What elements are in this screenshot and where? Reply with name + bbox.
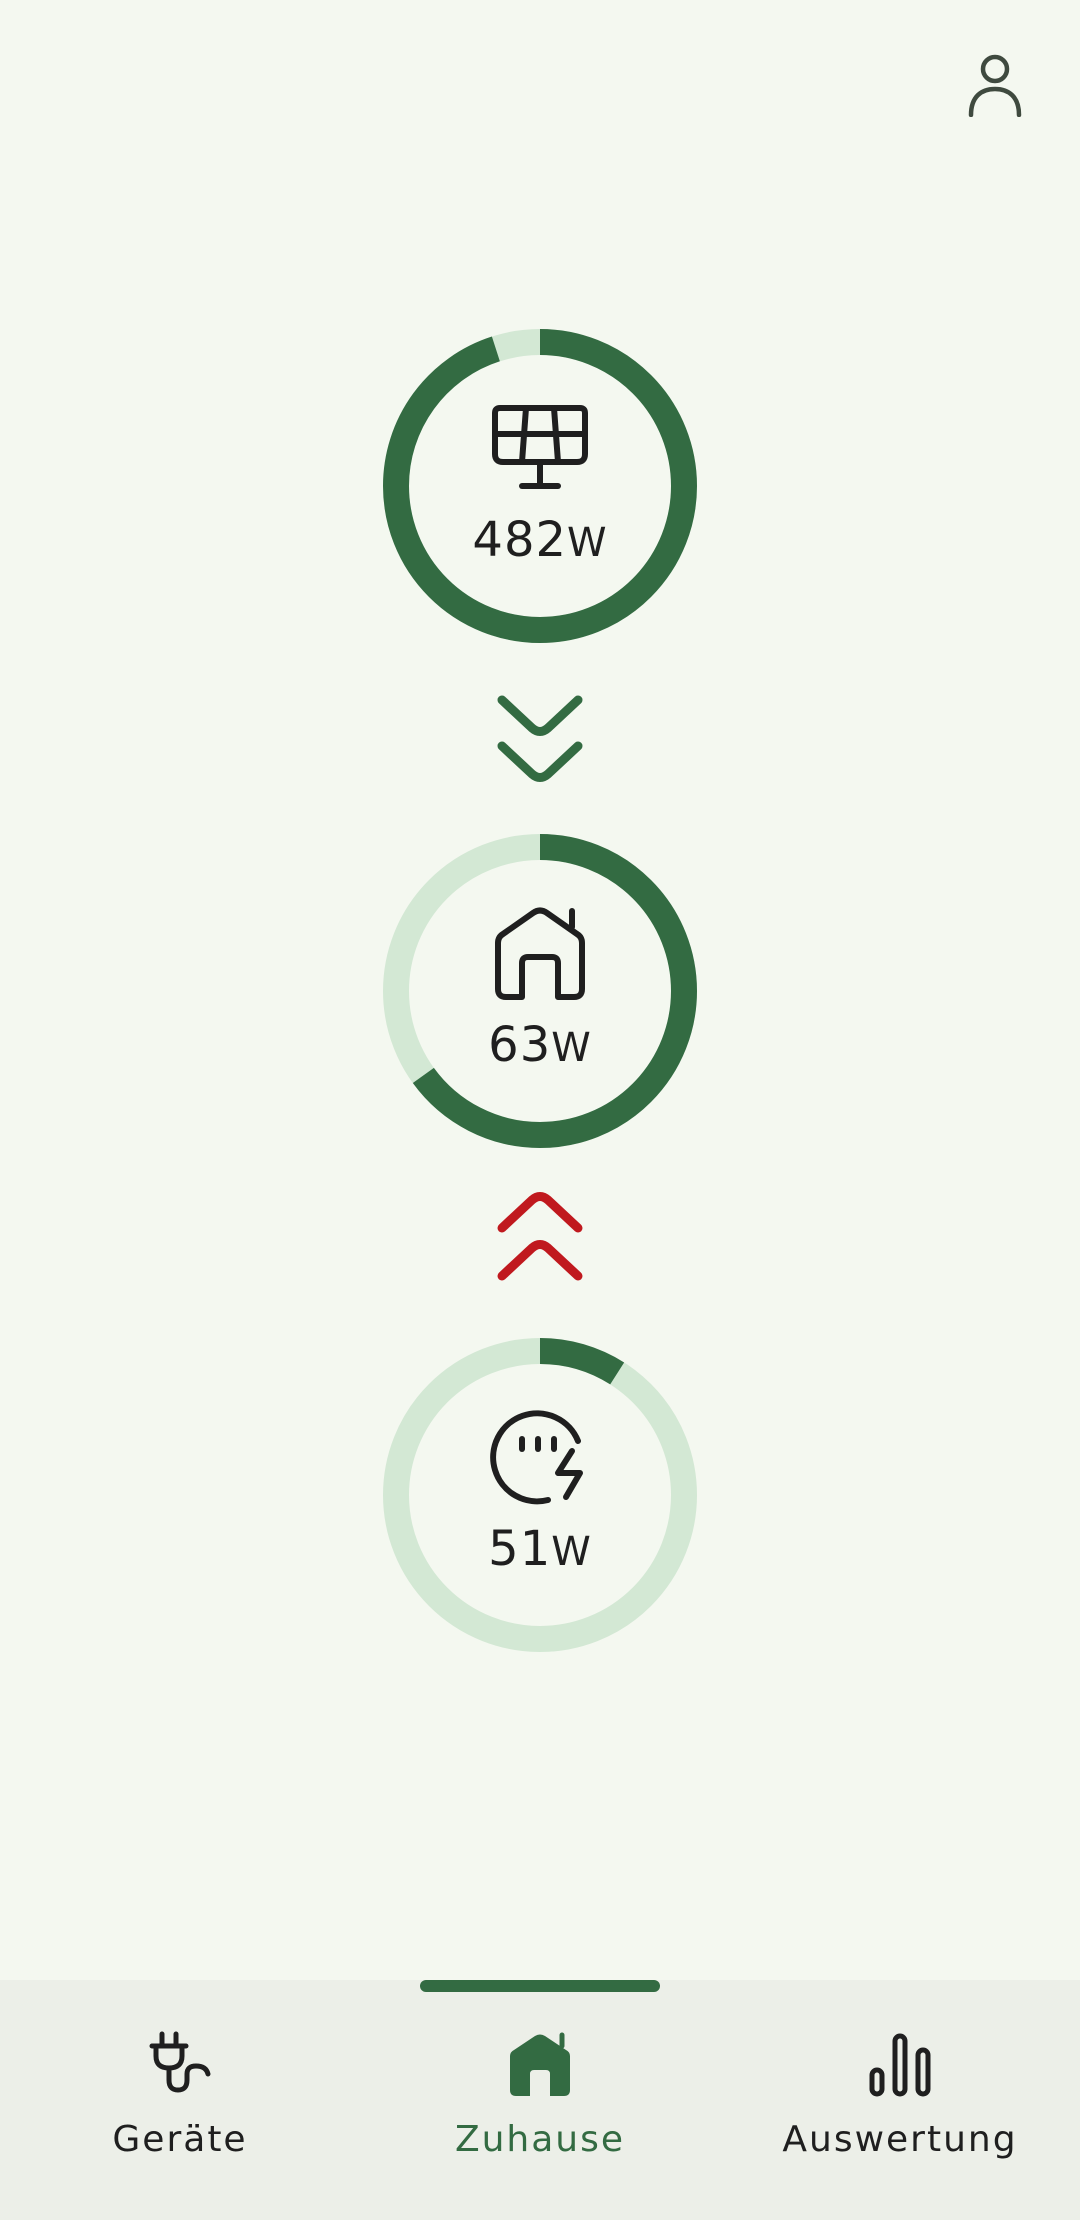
double-chevron-up-icon — [497, 1192, 583, 1281]
nav-item-zuhause[interactable]: Zuhause — [360, 1980, 720, 2220]
plug-icon — [149, 2031, 211, 2093]
meter-bolt-icon — [490, 1409, 583, 1504]
nav-label-auswertung: Auswertung — [782, 2119, 1018, 2160]
double-chevron-down-icon — [497, 695, 583, 782]
nav-label-geraete: Geräte — [112, 2119, 248, 2160]
solar-panel-icon — [492, 404, 588, 489]
grid-power-unit: W — [551, 1528, 592, 1575]
home-power-reading: 63W — [488, 1019, 592, 1074]
solar-power-reading: 482W — [472, 514, 607, 569]
nav-item-auswertung[interactable]: Auswertung — [720, 1980, 1080, 2220]
bar-chart-icon — [869, 2033, 931, 2097]
grid-power-value: 51 — [488, 1520, 552, 1577]
solar-power-unit: W — [567, 519, 608, 566]
house-icon — [495, 907, 585, 1000]
home-consumption-gauge[interactable]: 63W — [381, 832, 699, 1150]
nav-label-zuhause: Zuhause — [454, 2119, 626, 2160]
person-icon — [968, 54, 1022, 117]
home-power-unit: W — [551, 1024, 592, 1071]
grid-power-reading: 51W — [488, 1523, 592, 1578]
home-power-value: 63 — [488, 1016, 552, 1073]
solar-production-gauge[interactable]: 482W — [381, 327, 699, 645]
grid-meter-gauge[interactable]: 51W — [381, 1336, 699, 1654]
profile-button[interactable] — [950, 40, 1040, 130]
nav-item-geraete[interactable]: Geräte — [0, 1980, 360, 2220]
home-filled-icon — [510, 2032, 570, 2096]
bottom-navigation: Geräte Zuhause Auswertung — [0, 1980, 1080, 2220]
solar-power-value: 482 — [472, 511, 568, 568]
